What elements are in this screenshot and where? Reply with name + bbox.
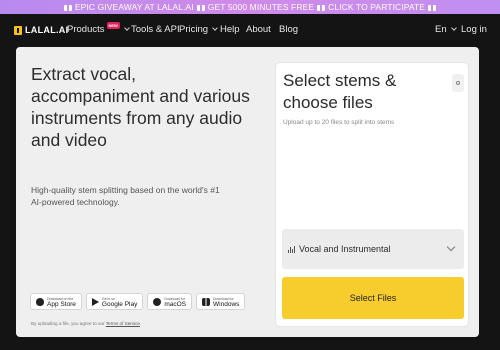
nav-item-label: Tools & API xyxy=(131,24,180,35)
logo-text: LALAL.AI xyxy=(25,25,69,35)
nav-item-tools-api[interactable]: Tools & API xyxy=(131,24,180,35)
chevron-down-icon xyxy=(450,25,457,31)
macos-download-button[interactable]: Download for macOS xyxy=(147,293,193,310)
logo-icon xyxy=(14,25,22,35)
panel-subtitle: Upload up to 20 files to split into stem… xyxy=(283,119,395,126)
panel-title: Select stems & choose files xyxy=(283,71,397,112)
windows-download-button[interactable]: Download for Windows xyxy=(196,293,246,310)
hero-subtitle: High-quality stem splitting based on the… xyxy=(31,185,220,207)
store-name: macOS xyxy=(164,300,187,308)
promo-text-minutes: GET 5000 MINUTES FREE xyxy=(207,2,315,12)
nav-item-label: About xyxy=(246,24,271,35)
gift-icon xyxy=(428,3,437,11)
stem-selector[interactable]: Vocal and Instrumental xyxy=(282,229,464,269)
gift-icon xyxy=(63,3,72,11)
terms-suffix: . xyxy=(139,321,142,326)
promo-text-giveaway: EPIC GIVEAWAY AT LALAL.AI xyxy=(74,2,194,12)
store-name: Windows xyxy=(213,300,240,308)
chevron-down-icon xyxy=(124,25,130,31)
promo-banner[interactable]: EPIC GIVEAWAY AT LALAL.AI GET 5000 MINUT… xyxy=(0,0,500,14)
new-badge: NEW xyxy=(106,22,120,29)
language-selector[interactable]: En xyxy=(435,24,457,35)
promo-text-participate: CLICK TO PARTICIPATE xyxy=(328,2,426,12)
nav-item-blog[interactable]: Blog xyxy=(279,24,298,35)
nav-item-pricing[interactable]: Pricing xyxy=(179,24,218,35)
store-badges: Download on the App Store Get it on Goog… xyxy=(30,293,246,310)
gift-icon xyxy=(196,3,205,11)
nav-item-products[interactable]: Products NEW xyxy=(67,22,130,35)
nav-item-help[interactable]: Help xyxy=(220,24,240,35)
stem-selector-label: Vocal and Instrumental xyxy=(299,244,391,254)
google-play-button[interactable]: Get it on Google Play xyxy=(85,293,144,310)
nav-item-label: Help xyxy=(220,24,240,35)
nav-item-label: Pricing xyxy=(179,24,209,35)
login-link[interactable]: Log in xyxy=(461,24,487,35)
chevron-down-icon xyxy=(212,25,218,31)
store-name: Google Play xyxy=(101,300,138,308)
logo[interactable]: LALAL.AI xyxy=(14,25,68,35)
hero-headline: Extract vocal, accompaniment and various… xyxy=(31,64,250,150)
macos-icon xyxy=(153,297,162,306)
play-icon xyxy=(91,297,99,306)
windows-icon xyxy=(202,297,211,306)
terms-notice: By uploading a file, you agree to our Te… xyxy=(31,321,141,326)
language-label: En xyxy=(435,24,447,35)
nav-item-about[interactable]: About xyxy=(246,24,271,35)
apple-icon xyxy=(36,297,44,306)
chevron-down-icon xyxy=(446,242,456,252)
terms-prefix: By uploading a file, you agree to our xyxy=(31,321,105,326)
gear-icon xyxy=(456,81,460,85)
app-store-button[interactable]: Download on the App Store xyxy=(30,293,82,310)
login-label: Log in xyxy=(461,24,487,35)
select-files-button[interactable]: Select Files xyxy=(282,277,464,319)
gift-icon xyxy=(317,3,326,11)
top-nav: LALAL.AI Products NEW Tools & API Pricin… xyxy=(0,14,500,46)
store-name: App Store xyxy=(47,300,76,308)
nav-item-label: Products xyxy=(67,24,105,35)
waveform-icon xyxy=(288,245,296,253)
nav-item-label: Blog xyxy=(279,24,299,35)
settings-button[interactable] xyxy=(452,74,464,92)
terms-of-service-link[interactable]: Terms of Service xyxy=(106,321,140,326)
